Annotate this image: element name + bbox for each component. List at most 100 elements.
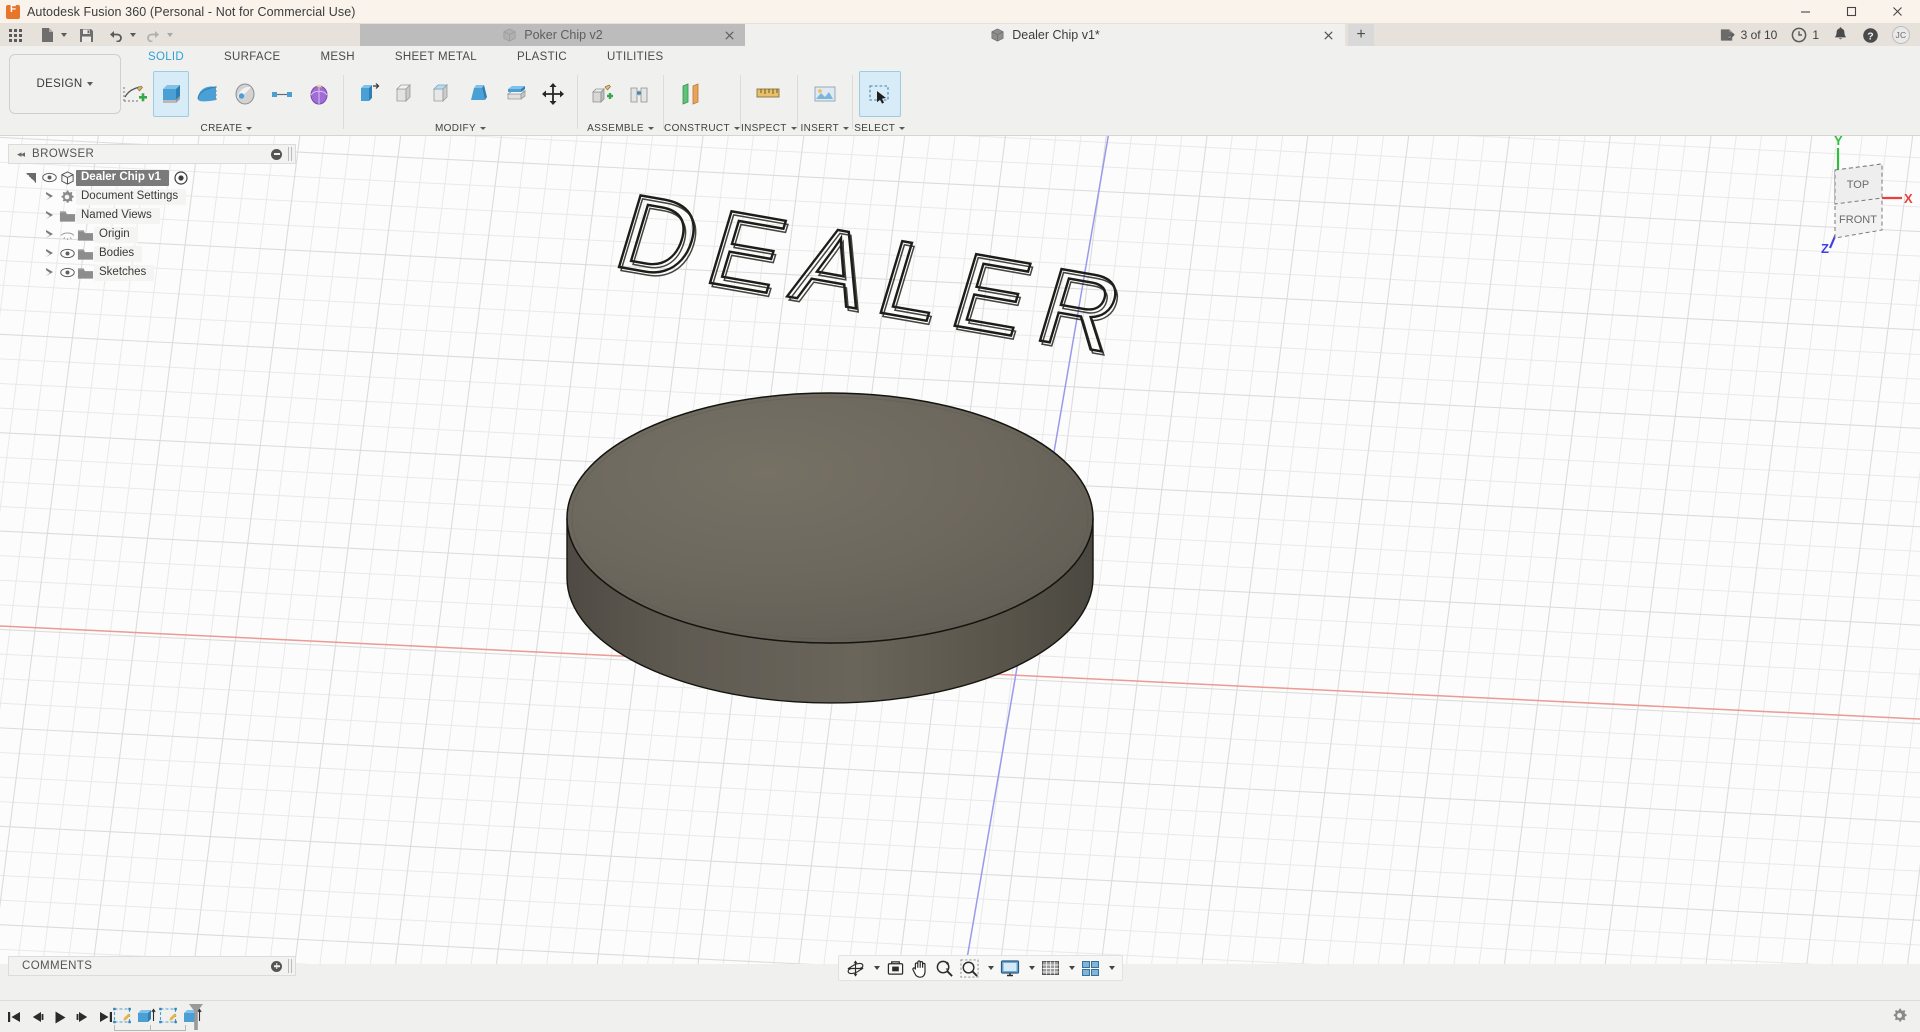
select-tool-button[interactable] bbox=[859, 71, 901, 117]
browser-item-dealer-chip[interactable]: Dealer Chip v1 bbox=[8, 168, 308, 187]
modify-move-copy-button[interactable] bbox=[535, 71, 571, 117]
step-forward-button[interactable] bbox=[75, 1007, 91, 1027]
look-at-icon[interactable] bbox=[883, 956, 908, 980]
modify-draft-button[interactable] bbox=[461, 71, 497, 117]
browser-collapse-button[interactable] bbox=[271, 149, 282, 160]
document-tab-dealer-chip[interactable]: Dealer Chip v1* bbox=[745, 24, 1345, 46]
minimize-button[interactable] bbox=[1782, 0, 1828, 24]
user-avatar[interactable]: JC bbox=[1892, 26, 1910, 44]
new-design-icon[interactable] bbox=[36, 24, 58, 46]
ribbon-tab-surface[interactable]: SURFACE bbox=[204, 46, 300, 68]
modify-split-body-button[interactable] bbox=[498, 71, 534, 117]
browser-item-sketches[interactable]: Sketches bbox=[8, 263, 308, 282]
chevron-down-icon[interactable] bbox=[734, 127, 740, 130]
construct-offset-plane-button[interactable] bbox=[670, 71, 712, 117]
go-to-beginning-button[interactable] bbox=[6, 1007, 22, 1027]
visibility-eye-icon[interactable] bbox=[40, 172, 58, 183]
ribbon-tab-solid[interactable]: SOLID bbox=[128, 46, 204, 68]
expander-closed-icon[interactable] bbox=[40, 211, 58, 220]
chevron-down-icon[interactable] bbox=[648, 127, 654, 130]
display-settings-icon[interactable] bbox=[997, 956, 1023, 980]
zoom-window-icon[interactable] bbox=[957, 956, 982, 980]
notifications-button[interactable] bbox=[1826, 24, 1855, 46]
view-cube[interactable]: Y X Z TOP FRONT bbox=[1790, 136, 1920, 258]
viewports-icon[interactable] bbox=[1078, 956, 1103, 980]
panel-resize-grip[interactable] bbox=[288, 959, 292, 973]
zoom-window-dropdown[interactable] bbox=[982, 956, 997, 980]
maximize-button[interactable] bbox=[1828, 0, 1874, 24]
close-button[interactable] bbox=[1874, 0, 1920, 24]
viewports-dropdown[interactable] bbox=[1103, 956, 1118, 980]
ribbon-group-label-inspect: INSPECT bbox=[741, 120, 797, 136]
play-button[interactable] bbox=[52, 1007, 68, 1027]
visibility-hidden-eye-icon[interactable] bbox=[58, 229, 76, 241]
app-grid-icon[interactable] bbox=[0, 24, 30, 46]
pan-icon[interactable] bbox=[908, 956, 932, 980]
orbit-dropdown[interactable] bbox=[868, 956, 883, 980]
window-title: Autodesk Fusion 360 (Personal - Not for … bbox=[27, 5, 356, 19]
collapse-browser-icon[interactable]: ◂◂ bbox=[17, 149, 24, 160]
ribbon-tab-plastic[interactable]: PLASTIC bbox=[497, 46, 587, 68]
assemble-joint-button[interactable] bbox=[621, 71, 657, 117]
add-comment-button[interactable] bbox=[271, 961, 282, 972]
modify-fillet-button[interactable] bbox=[387, 71, 423, 117]
document-tab-poker-chip[interactable]: Poker Chip v2 bbox=[360, 24, 745, 46]
browser-item-document-settings[interactable]: Document Settings bbox=[8, 187, 308, 206]
new-tab-button[interactable]: + bbox=[1348, 24, 1374, 46]
create-form-button[interactable] bbox=[301, 71, 337, 117]
ribbon-tab-utilities[interactable]: UTILITIES bbox=[587, 46, 683, 68]
document-cube-icon bbox=[502, 28, 517, 43]
orbit-icon[interactable] bbox=[843, 956, 868, 980]
chevron-down-icon[interactable] bbox=[246, 127, 252, 130]
new-design-dropdown[interactable] bbox=[58, 24, 67, 46]
tab-close-icon[interactable] bbox=[721, 27, 737, 43]
step-back-button[interactable] bbox=[29, 1007, 45, 1027]
create-extrude-button[interactable] bbox=[153, 71, 189, 117]
chevron-down-icon[interactable] bbox=[480, 127, 486, 130]
browser-item-origin[interactable]: Origin bbox=[8, 225, 308, 244]
chevron-down-icon[interactable] bbox=[843, 127, 849, 130]
redo-dropdown[interactable] bbox=[164, 24, 173, 46]
undo-icon[interactable] bbox=[105, 24, 127, 46]
expander-closed-icon[interactable] bbox=[40, 192, 58, 201]
assemble-new-component-button[interactable] bbox=[584, 71, 620, 117]
create-revolve-button[interactable] bbox=[190, 71, 226, 117]
modify-shell-button[interactable] bbox=[424, 71, 460, 117]
expander-closed-icon[interactable] bbox=[40, 268, 58, 277]
inspect-measure-button[interactable] bbox=[747, 71, 789, 117]
create-sketch-button[interactable] bbox=[116, 71, 152, 117]
activate-component-radio[interactable] bbox=[172, 171, 190, 185]
help-button[interactable]: ? bbox=[1855, 24, 1886, 46]
timeline-settings-button[interactable] bbox=[1891, 1007, 1908, 1027]
create-sweep-button[interactable] bbox=[227, 71, 263, 117]
save-icon[interactable] bbox=[73, 24, 99, 46]
visibility-eye-icon[interactable] bbox=[58, 267, 76, 278]
jobs-indicator[interactable]: 1 bbox=[1784, 24, 1826, 46]
tab-close-icon[interactable] bbox=[1320, 27, 1336, 43]
expander-open-icon[interactable] bbox=[22, 173, 40, 183]
expander-closed-icon[interactable] bbox=[40, 249, 58, 258]
browser-item-named-views[interactable]: Named Views bbox=[8, 206, 308, 225]
redo-icon[interactable] bbox=[142, 24, 164, 46]
grid-snaps-dropdown[interactable] bbox=[1063, 956, 1078, 980]
visibility-eye-icon[interactable] bbox=[58, 248, 76, 259]
create-pattern-button[interactable] bbox=[264, 71, 300, 117]
ribbon-tab-mesh[interactable]: MESH bbox=[300, 46, 374, 68]
chevron-down-icon[interactable] bbox=[791, 127, 797, 130]
display-settings-dropdown[interactable] bbox=[1023, 956, 1038, 980]
browser-item-bodies[interactable]: Bodies bbox=[8, 244, 308, 263]
expander-closed-icon[interactable] bbox=[40, 230, 58, 239]
zoom-icon[interactable] bbox=[932, 956, 957, 980]
extensions-indicator[interactable]: 3 of 10 bbox=[1712, 24, 1785, 46]
timeline-end-marker[interactable] bbox=[186, 1003, 206, 1032]
workspace-selector[interactable]: DESIGN bbox=[9, 54, 121, 114]
insert-mcmaster-button[interactable] bbox=[804, 71, 846, 117]
chevron-down-icon[interactable] bbox=[899, 127, 905, 130]
undo-dropdown[interactable] bbox=[127, 24, 136, 46]
modify-press-pull-button[interactable] bbox=[350, 71, 386, 117]
grid-snaps-icon[interactable] bbox=[1038, 956, 1063, 980]
ribbon-tab-sheet-metal[interactable]: SHEET METAL bbox=[375, 46, 497, 68]
ribbon-group-label-insert: INSERT bbox=[798, 120, 852, 136]
window-controls bbox=[1782, 0, 1920, 24]
panel-resize-grip[interactable] bbox=[288, 147, 292, 161]
